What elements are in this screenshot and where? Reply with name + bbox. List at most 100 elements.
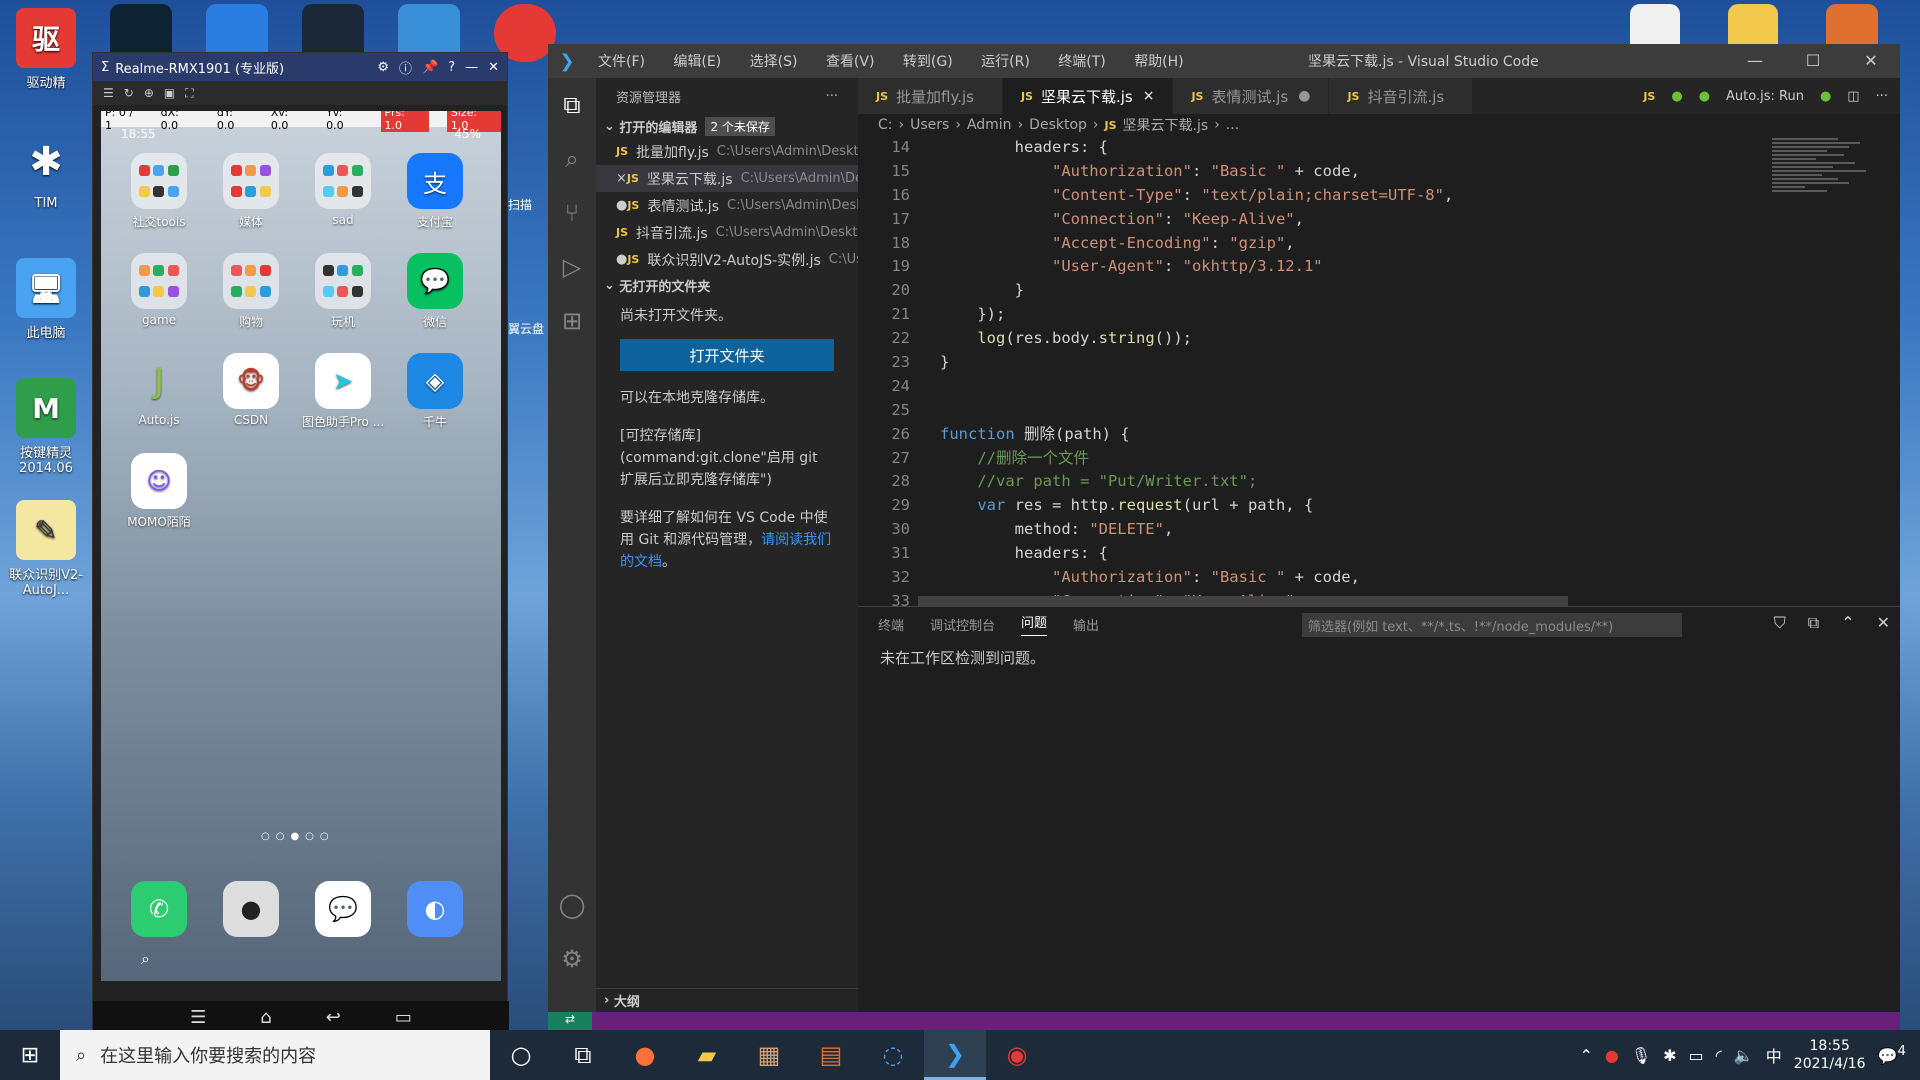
code-line[interactable]: 27 //删除一个文件 — [858, 447, 1718, 471]
menu-help[interactable]: 帮助(H) — [1134, 54, 1183, 70]
open-folder-button[interactable]: 打开文件夹 — [620, 339, 834, 371]
recents-key-icon[interactable]: ▭ — [395, 1007, 412, 1028]
phone-titlebar[interactable]: Σ Realme-RMX1901 (专业版) ⚙ ⓘ 📌 ? — ✕ — [93, 53, 507, 81]
editor-tab[interactable]: JS 批量加fly.js — [858, 78, 1003, 114]
microphone-icon[interactable]: 🎙 — [1631, 1046, 1651, 1065]
android-icon[interactable]: ● — [1671, 89, 1682, 104]
record-icon[interactable]: ● — [1605, 1046, 1619, 1065]
screenshot-icon[interactable]: ▣ — [164, 86, 175, 100]
extensions-icon[interactable]: ⊞ — [548, 294, 596, 348]
desktop-icon-tim[interactable]: ✱ TIM — [4, 132, 88, 211]
menu-terminal[interactable]: 终端(T) — [1058, 54, 1105, 70]
open-editors-section[interactable]: ⌄ 打开的编辑器 2 个未保存 — [596, 114, 858, 138]
ime-indicator[interactable]: 中 — [1766, 1043, 1782, 1067]
breadcrumb-item[interactable]: Desktop — [1029, 117, 1087, 133]
code-line[interactable]: 18 "Accept-Encoding": "gzip", — [858, 232, 1718, 256]
vscode-taskbar-icon[interactable]: ❯ — [924, 1030, 986, 1080]
tab-terminal[interactable]: 终端 — [878, 615, 904, 634]
app-alipay[interactable]: 支 支付宝 — [389, 153, 481, 230]
code-line[interactable]: 24 — [858, 375, 1718, 399]
code-line[interactable]: 25 — [858, 399, 1718, 423]
code-line[interactable]: 20 } — [858, 279, 1718, 303]
phone-dial-icon[interactable]: ✆ — [131, 881, 187, 937]
tab-close-icon[interactable]: × — [1143, 88, 1155, 104]
source-control-icon[interactable]: ⑂ — [548, 186, 596, 240]
chevron-up-icon[interactable]: ⌃ — [1579, 1046, 1592, 1065]
minimize-icon[interactable]: — — [465, 60, 478, 75]
filter-icon[interactable]: ⛉ — [1774, 613, 1786, 633]
zoom-icon[interactable]: ⊕ — [144, 86, 154, 100]
pin-icon[interactable]: 📌 — [422, 60, 438, 75]
menu-selection[interactable]: 选择(S) — [750, 54, 798, 70]
battery-icon[interactable]: ▭ — [1689, 1046, 1704, 1065]
explorer-icon[interactable]: ⧉ — [548, 78, 596, 132]
cortana-icon[interactable]: ○ — [490, 1030, 552, 1080]
clock[interactable]: 18:55 2021/4/16 — [1794, 1037, 1866, 1073]
app-folder-sad[interactable]: sad — [297, 153, 389, 227]
collapse-all-icon[interactable]: ⧉ — [1808, 613, 1819, 633]
code-line[interactable]: 32 "Authorization": "Basic " + code, — [858, 566, 1718, 590]
maximize-icon[interactable]: ☐ — [1784, 44, 1842, 78]
menu-key-icon[interactable]: ☰ — [190, 1007, 206, 1028]
home-key-icon[interactable]: ⌂ — [260, 1007, 271, 1028]
horizontal-scrollbar[interactable] — [918, 596, 1568, 606]
breadcrumb-item[interactable]: 坚果云下载.js — [1123, 115, 1209, 135]
app-csdn[interactable]: 🐵 CSDN — [205, 353, 297, 427]
desktop-icon-driver[interactable]: 驱 驱动精 — [4, 8, 88, 91]
editor-tab-active[interactable]: JS 坚果云下载.js × — [1002, 78, 1174, 114]
minimap[interactable] — [1772, 136, 1882, 596]
app-folder-play[interactable]: 玩机 — [297, 253, 389, 330]
open-editor-item[interactable]: ●JS表情测试.jsC:\Users\Admin\Desktop — [596, 192, 858, 219]
code-line[interactable]: 22 log(res.body.string()); — [858, 327, 1718, 351]
close-icon[interactable]: ✕ — [1877, 613, 1890, 633]
firefox-icon[interactable]: ● — [614, 1030, 676, 1080]
app-autojs[interactable]: J Auto.js — [113, 353, 205, 427]
editor-area[interactable]: JS 批量加fly.js JS 坚果云下载.js × JS 表情测试.js ● JS 抖音引… — [858, 78, 1900, 606]
file-explorer-icon[interactable]: ▰ — [676, 1030, 738, 1080]
task-view-icon[interactable]: ⧉ — [552, 1030, 614, 1080]
app-folder-social[interactable]: 社交tools — [113, 153, 205, 230]
phone-screen[interactable]: P: 0 / 1 dX: 0.0 dY: 0.0 Xv: 0.0 Yv: 0.0… — [101, 111, 501, 981]
editor-tab[interactable]: JS 表情测试.js ● — [1173, 78, 1330, 114]
browser-icon[interactable]: ◐ — [407, 881, 463, 937]
code-line[interactable]: 23} — [858, 351, 1718, 375]
open-editor-item[interactable]: JS抖音引流.jsC:\Users\Admin\Deskto... — [596, 219, 858, 246]
taskbar-search[interactable]: ⌕ 在这里输入你要搜索的内容 — [60, 1030, 490, 1080]
app-momo[interactable]: ☺ MOMO陌陌 — [113, 453, 205, 530]
code-line[interactable]: 15 "Authorization": "Basic " + code, — [858, 160, 1718, 184]
camera-icon[interactable]: ● — [223, 881, 279, 937]
search-icon[interactable]: ⌕ — [141, 949, 150, 969]
editor-tab[interactable]: JS 抖音引流.js — [1329, 78, 1474, 114]
code-line[interactable]: 30 method: "DELETE", — [858, 518, 1718, 542]
account-icon[interactable]: ◯ — [548, 878, 596, 932]
breadcrumb-item[interactable]: Admin — [967, 117, 1012, 133]
app-wechat[interactable]: 💬 微信 — [389, 253, 481, 330]
close-icon[interactable]: ✕ — [1842, 44, 1900, 78]
menu-view[interactable]: 查看(V) — [826, 54, 875, 70]
windows-start-icon[interactable]: ⊞ — [0, 1043, 60, 1068]
app-icon[interactable]: ◌ — [862, 1030, 924, 1080]
more-actions-icon[interactable]: ··· — [1876, 89, 1888, 104]
archive-icon[interactable]: ▤ — [800, 1030, 862, 1080]
code-line[interactable]: 28 //var path = "Put/Writer.txt"; — [858, 470, 1718, 494]
menu-run[interactable]: 运行(R) — [981, 54, 1030, 70]
more-actions-icon[interactable]: ··· — [826, 89, 838, 104]
desktop-icon-anjian[interactable]: M 按键精灵2014.06 — [4, 378, 88, 476]
settings-gear-icon[interactable]: ⚙ — [548, 932, 596, 986]
app-color-helper[interactable]: ➤ 图色助手Pro ... — [297, 353, 389, 430]
help-icon[interactable]: ? — [448, 60, 455, 75]
minimize-icon[interactable]: — — [1726, 44, 1784, 78]
code-line[interactable]: 16 "Content-Type": "text/plain;charset=U… — [858, 184, 1718, 208]
desktop-icon-lianzhong[interactable]: ✎ 联众识别V2-AutoJ... — [4, 500, 88, 598]
code-line[interactable]: 21 }); — [858, 303, 1718, 327]
app-icon[interactable]: ▦ — [738, 1030, 800, 1080]
tab-output[interactable]: 输出 — [1073, 615, 1099, 634]
rotate-icon[interactable]: ↻ — [124, 86, 134, 100]
menu-go[interactable]: 转到(G) — [903, 54, 953, 70]
no-folder-section[interactable]: ⌄ 无打开的文件夹 — [596, 273, 858, 297]
breadcrumb-item[interactable]: ... — [1226, 117, 1239, 133]
back-key-icon[interactable]: ↩ — [326, 1007, 341, 1028]
app-qianniu[interactable]: ◈ 千牛 — [389, 353, 481, 430]
android-icon[interactable]: ● — [1699, 89, 1710, 104]
wifi-icon[interactable]: ◜ — [1716, 1046, 1722, 1065]
